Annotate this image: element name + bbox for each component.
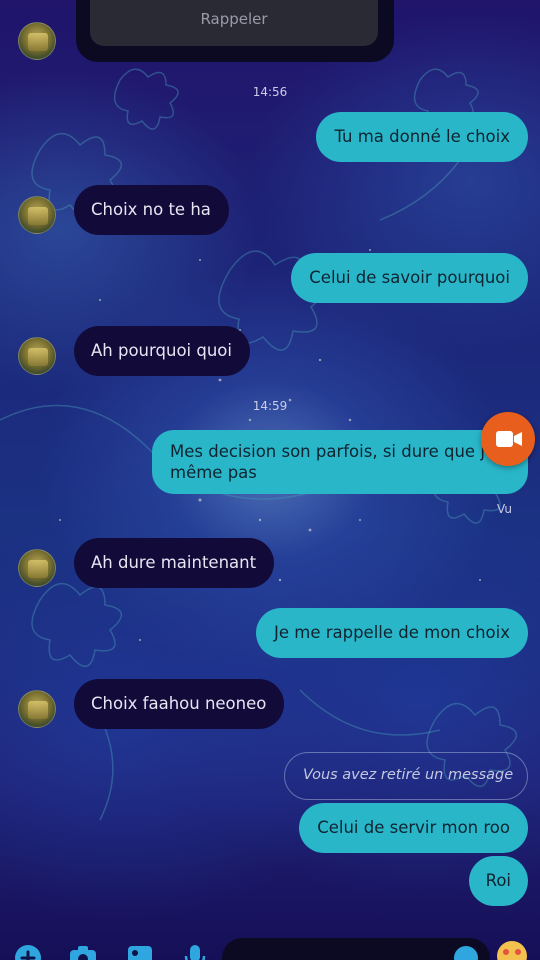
microphone-button[interactable] (184, 944, 206, 960)
message-text: Je me rappelle de mon choix (273, 623, 510, 642)
message-text: Choix no te ha (91, 200, 211, 219)
message-outgoing[interactable]: Celui de servir mon roo (299, 803, 528, 853)
message-text: Mes decision son parfois, si dure que je… (170, 442, 496, 482)
video-call-button[interactable] (481, 412, 535, 466)
message-outgoing[interactable]: Celui de savoir pourquoi (291, 253, 528, 303)
message-outgoing[interactable]: Mes decision son parfois, si dure que je… (152, 430, 528, 494)
message-text: Celui de savoir pourquoi (309, 268, 510, 287)
message-text: Ah pourquoi quoi (91, 341, 232, 360)
message-incoming[interactable]: Choix faahou neoneo (74, 679, 285, 729)
call-card: Rappeler (76, 0, 394, 62)
plus-button[interactable] (14, 944, 42, 960)
call-back-label: Rappeler (200, 10, 268, 28)
message-outgoing[interactable]: Tu ma donné le choix (316, 112, 528, 162)
contact-avatar[interactable] (18, 690, 56, 728)
removed-message: Vous avez retiré un message (284, 752, 528, 800)
contact-avatar[interactable] (18, 22, 56, 60)
message-incoming[interactable]: Ah dure maintenant (74, 538, 275, 588)
message-incoming[interactable]: Choix no te ha (74, 185, 229, 235)
timestamp: 14:59 (252, 399, 288, 413)
video-camera-icon (496, 431, 522, 447)
message-text: Choix faahou neoneo (91, 694, 267, 713)
message-text: Tu ma donné le choix (334, 127, 510, 146)
emoji-icon (454, 946, 478, 960)
call-back-button[interactable]: Rappeler (90, 0, 378, 46)
message-incoming[interactable]: Ah pourquoi quoi (74, 326, 250, 376)
message-outgoing[interactable]: Je me rappelle de mon choix (255, 608, 528, 658)
microphone-icon (184, 945, 206, 960)
seen-indicator: Vu (497, 502, 512, 516)
plus-icon (15, 945, 41, 960)
emoji-reaction-button[interactable] (496, 940, 528, 960)
emoji-face-icon (497, 941, 527, 960)
contact-avatar[interactable] (18, 196, 56, 234)
message-text: Roi (485, 871, 511, 890)
camera-button[interactable] (68, 944, 98, 960)
camera-icon (70, 946, 96, 960)
contact-avatar[interactable] (18, 549, 56, 587)
message-text: Celui de servir mon roo (317, 818, 510, 837)
removed-message-text: Vous avez retiré un message (303, 767, 514, 783)
message-text: Ah dure maintenant (91, 553, 257, 572)
gallery-button[interactable] (126, 944, 154, 960)
message-outgoing[interactable]: Roi (468, 856, 528, 906)
contact-avatar[interactable] (18, 337, 56, 375)
message-input[interactable] (222, 938, 490, 960)
image-icon (128, 946, 152, 960)
timestamp: 14:56 (252, 85, 288, 99)
